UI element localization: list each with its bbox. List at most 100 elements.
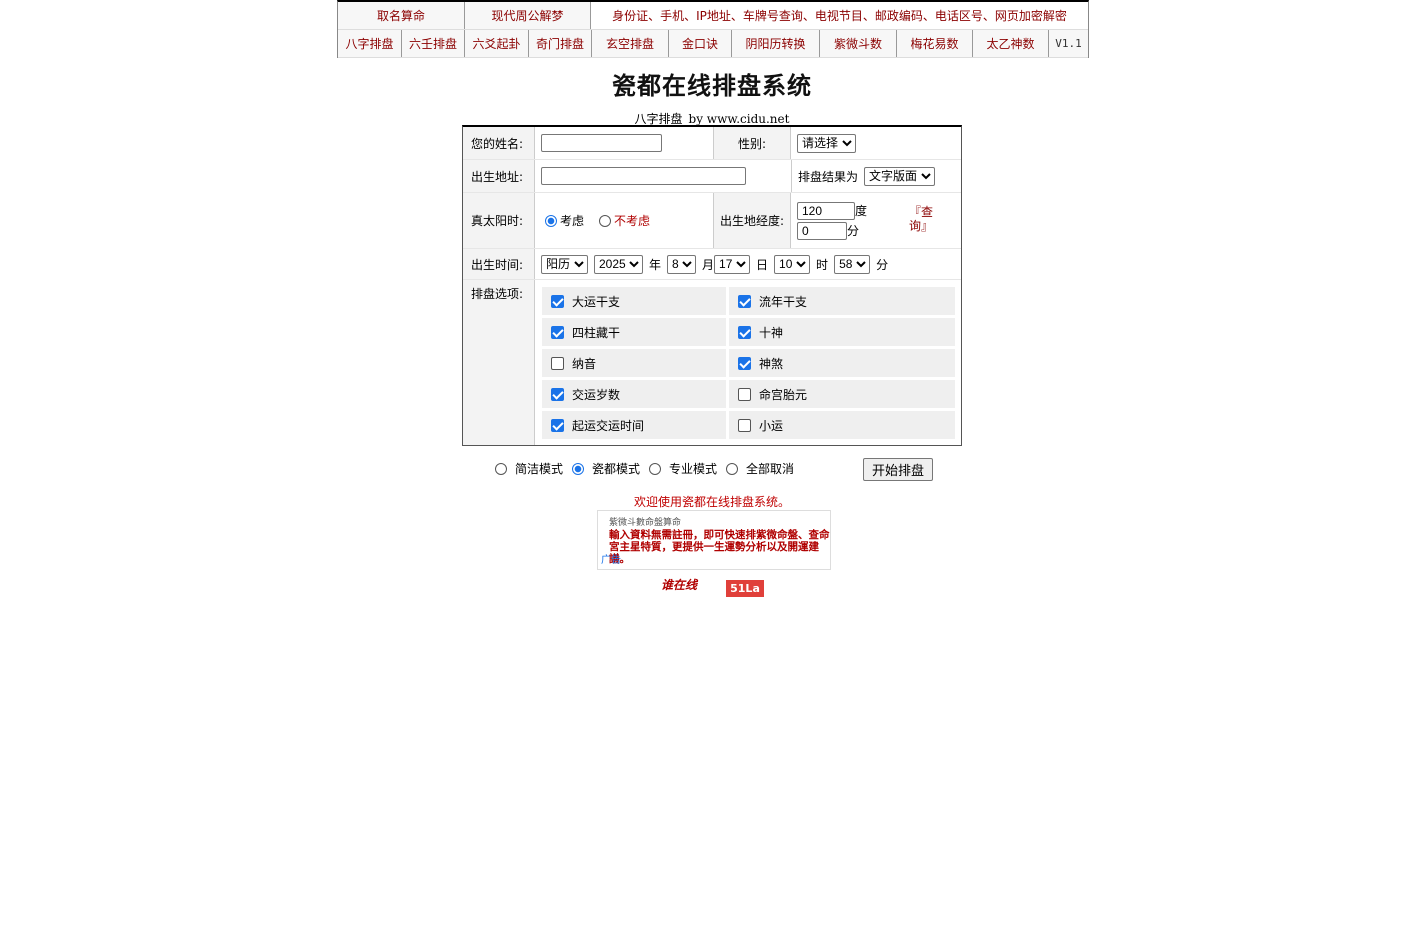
option-item[interactable]: 起运交运时间 [542, 411, 726, 439]
row-options: 排盘选项: 大运干支 流年干支 四柱藏干 十神 纳音 神煞 交运岁数 命宫胎元 起运交运时间 小运 [463, 280, 961, 445]
longitude-degree-input[interactable] [797, 201, 855, 220]
option-label: 大运干支 [572, 294, 621, 309]
nav-link-ziwei[interactable]: 紫微斗数 [820, 30, 897, 57]
nav-link-naming[interactable]: 取名算命 [338, 2, 465, 29]
result-format-select[interactable]: 文字版面 [864, 166, 936, 186]
nav-row-1: 取名算命 现代周公解梦 身份证、手机、IP地址、车牌号查询、电视节目、邮政编码、… [338, 2, 1088, 30]
day-unit: 日 [756, 257, 769, 272]
mode-cidu-radio[interactable] [572, 462, 585, 475]
option-label: 命宫胎元 [759, 387, 808, 402]
option-item[interactable]: 命宫胎元 [729, 380, 955, 408]
version-label: V1.1 [1049, 30, 1088, 57]
option-item[interactable]: 小运 [729, 411, 955, 439]
option-label: 纳音 [572, 356, 597, 371]
option-item[interactable]: 十神 [729, 318, 955, 346]
day-select[interactable]: 17 [714, 254, 751, 274]
option-checkbox[interactable] [738, 294, 751, 308]
mode-cidu-label: 瓷都模式 [592, 462, 641, 476]
option-checkbox[interactable] [551, 418, 564, 432]
option-label: 流年干支 [759, 294, 808, 309]
ad-heading: 紫微斗數命盤算命 [609, 518, 682, 528]
mode-none-radio[interactable] [726, 462, 739, 475]
option-item[interactable]: 神煞 [729, 349, 955, 377]
option-label: 四柱藏干 [572, 325, 621, 340]
row-solar: 真太阳时: 考虑 不考虑 出生地经度: 度 分 『查询』 [463, 193, 961, 249]
year-select[interactable]: 2025 [594, 254, 643, 274]
option-checkbox[interactable] [551, 294, 564, 308]
nav-link-liuyao[interactable]: 六爻起卦 [465, 30, 529, 57]
option-item[interactable]: 四柱藏干 [542, 318, 726, 346]
mode-simple-radio[interactable] [495, 462, 507, 475]
hour-select[interactable]: 10 [774, 254, 811, 274]
option-checkbox[interactable] [738, 387, 751, 401]
welcome-message: 欢迎使用瓷都在线排盘系统。 [633, 495, 790, 509]
nav-link-xuankong[interactable]: 玄空排盘 [592, 30, 669, 57]
option-checkbox[interactable] [738, 325, 751, 339]
address-label: 出生地址: [463, 160, 535, 192]
row-address: 出生地址: 排盘结果为 文字版面 [463, 160, 961, 193]
option-label: 起运交运时间 [572, 418, 645, 433]
solar-yes-radio[interactable] [545, 214, 557, 227]
mode-simple-label: 简洁模式 [515, 462, 564, 476]
mode-selector: 简洁模式 瓷都模式 专业模式 全部取消 [495, 460, 803, 477]
solar-yes-label: 考虑 [560, 214, 585, 228]
minute-unit-time: 分 [876, 257, 889, 272]
ad-body: 輸入資料無需註冊，即可快速排紫微命盤、查命宮主星特質，更提供一生運勢分析以及開運… [609, 529, 830, 565]
row-birth-time: 出生时间: 阳历 2025 年 8 月 17 日 10 时 58 分 [463, 249, 961, 280]
top-nav: 取名算命 现代周公解梦 身份证、手机、IP地址、车牌号查询、电视节目、邮政编码、… [337, 0, 1089, 58]
mode-none-label: 全部取消 [746, 462, 795, 476]
option-item[interactable]: 交运岁数 [542, 380, 726, 408]
month-unit: 月 [702, 257, 715, 272]
nav-link-dream[interactable]: 现代周公解梦 [465, 2, 591, 29]
year-unit: 年 [649, 257, 662, 272]
mode-pro-radio[interactable] [649, 462, 662, 475]
option-label: 十神 [759, 325, 784, 340]
nav-link-calendar[interactable]: 阴阳历转换 [732, 30, 820, 57]
minute-select[interactable]: 58 [834, 254, 871, 274]
longitude-query-link[interactable]: 『查询』 [909, 205, 939, 233]
name-input[interactable] [541, 134, 662, 152]
nav-link-liuren[interactable]: 六壬排盘 [402, 30, 465, 57]
options-grid: 大运干支 流年干支四柱藏干 十神纳音 神煞交运岁数 命宫胎元起运交运时间 小运 [535, 280, 955, 445]
solar-time-label: 真太阳时: [463, 193, 535, 248]
row-name: 您的姓名: 性别: 请选择 [463, 127, 961, 160]
gender-select[interactable]: 请选择 [797, 133, 856, 153]
solar-no-radio[interactable] [599, 214, 612, 227]
nav-link-jinkoujue[interactable]: 金口诀 [669, 30, 732, 57]
birth-time-label: 出生时间: [463, 249, 535, 279]
stats-badge[interactable]: 51La [726, 580, 764, 597]
option-label: 交运岁数 [572, 387, 621, 402]
nav-link-taiyi[interactable]: 太乙神数 [973, 30, 1049, 57]
start-button[interactable]: 开始排盘 [863, 458, 933, 481]
option-item[interactable]: 大运干支 [542, 287, 726, 315]
longitude-label: 出生地经度: [713, 193, 791, 248]
nav-link-meihua[interactable]: 梅花易数 [897, 30, 973, 57]
gender-label: 性别: [713, 127, 791, 159]
nav-row-2: 八字排盘 六壬排盘 六爻起卦 奇门排盘 玄空排盘 金口诀 阴阳历转换 紫微斗数 … [338, 30, 1088, 58]
name-label: 您的姓名: [463, 127, 535, 159]
option-item[interactable]: 纳音 [542, 349, 726, 377]
option-checkbox[interactable] [551, 387, 564, 401]
mode-pro-label: 专业模式 [669, 462, 718, 476]
option-checkbox[interactable] [738, 356, 751, 370]
online-stamp[interactable]: 谁在线 [661, 576, 697, 593]
month-select[interactable]: 8 [667, 254, 697, 274]
nav-link-qimen[interactable]: 奇门排盘 [529, 30, 592, 57]
page-title: 瓷都在线排盘系统 [612, 72, 812, 100]
bazi-form: 您的姓名: 性别: 请选择 出生地址: 排盘结果为 文字版面 真太阳时: 考虑 … [462, 125, 962, 446]
result-format-label: 排盘结果为 [798, 169, 859, 184]
longitude-minute-input[interactable] [797, 221, 847, 240]
option-item[interactable]: 流年干支 [729, 287, 955, 315]
address-input[interactable] [541, 167, 746, 185]
nav-link-bazi[interactable]: 八字排盘 [338, 30, 402, 57]
option-checkbox[interactable] [738, 418, 751, 432]
nav-link-tools[interactable]: 身份证、手机、IP地址、车牌号查询、电视节目、邮政编码、电话区号、网页加密解密 [591, 2, 1088, 29]
calendar-select[interactable]: 阳历 [541, 254, 588, 274]
option-checkbox[interactable] [551, 356, 564, 370]
option-checkbox[interactable] [551, 325, 564, 339]
ad-banner[interactable]: 紫微斗數命盤算命 輸入資料無需註冊，即可快速排紫微命盤、查命宮主星特質，更提供一… [597, 510, 831, 570]
option-label: 小运 [759, 418, 784, 433]
option-label: 神煞 [759, 356, 784, 371]
minute-unit: 分 [847, 223, 860, 238]
ad-tag[interactable]: 广告 [601, 551, 621, 566]
